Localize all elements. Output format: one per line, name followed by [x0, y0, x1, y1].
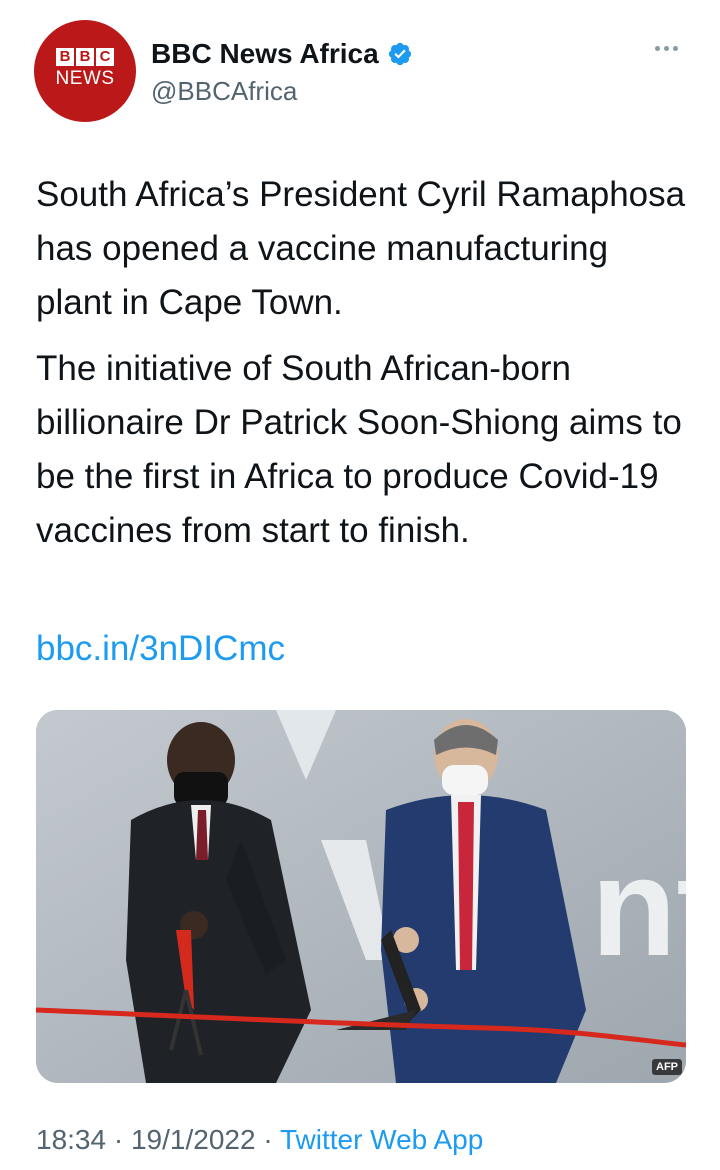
- tweet-time[interactable]: 18:34: [36, 1124, 106, 1155]
- bbc-logo: B B C: [56, 48, 114, 66]
- meta-separator: ·: [113, 1124, 124, 1155]
- tweet-meta: 18:34 · 19/1/2022 · Twitter Web App: [36, 1124, 483, 1156]
- more-options-icon[interactable]: [648, 36, 684, 60]
- tweet-text-paragraph-1: South Africa’s President Cyril Ramaphosa…: [36, 175, 686, 322]
- photo-illustration: nt: [36, 710, 686, 1083]
- avatar[interactable]: B B C NEWS: [34, 20, 136, 122]
- meta-separator: ·: [263, 1124, 273, 1155]
- tweet-link[interactable]: bbc.in/3nDICmc: [36, 622, 285, 676]
- bbc-news-word: NEWS: [55, 68, 115, 89]
- bbc-logo-block: C: [96, 48, 114, 66]
- bbc-logo-block: B: [76, 48, 94, 66]
- tweet-date[interactable]: 19/1/2022: [131, 1124, 256, 1155]
- author-name[interactable]: BBC News Africa: [151, 38, 413, 70]
- bbc-logo-block: B: [56, 48, 74, 66]
- tweet-source[interactable]: Twitter Web App: [280, 1124, 483, 1155]
- tweet-text-paragraph-2: The initiative of South African-born bil…: [36, 349, 682, 550]
- verified-badge-icon: [387, 41, 413, 67]
- wall-lettering: nt: [591, 828, 686, 985]
- photo-credit-badge: AFP: [652, 1059, 682, 1075]
- author-handle[interactable]: @BBCAfrica: [151, 76, 297, 107]
- tweet-card: B B C NEWS BBC News Africa @BBCAfrica So…: [0, 0, 720, 1170]
- tweet-photo[interactable]: nt AFP: [36, 710, 686, 1083]
- display-name-text: BBC News Africa: [151, 38, 379, 69]
